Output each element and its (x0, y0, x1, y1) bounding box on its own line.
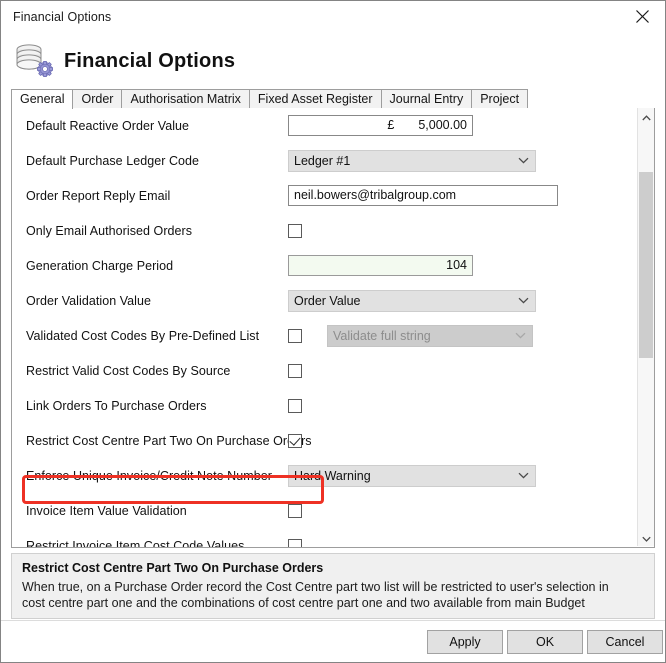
number-input[interactable]: 104 (288, 255, 473, 276)
option-row: Default Purchase Ledger Code Ledger #1 (12, 143, 638, 178)
scroll-down-button[interactable] (638, 529, 654, 546)
option-checkbox[interactable] (288, 434, 302, 448)
dropdown-value: Ledger #1 (294, 151, 516, 171)
option-checkbox[interactable] (288, 329, 302, 343)
dialog-footer: Apply OK Cancel (1, 620, 665, 662)
option-label: Validated Cost Codes By Pre-Defined List (26, 329, 259, 343)
tab-label: General (20, 92, 64, 106)
option-label: Link Orders To Purchase Orders (26, 399, 207, 413)
option-checkbox[interactable] (288, 364, 302, 378)
tab-label: Journal Entry (390, 92, 464, 106)
description-title: Restrict Cost Centre Part Two On Purchas… (22, 561, 644, 575)
chevron-down-icon (513, 329, 527, 343)
option-row: Link Orders To Purchase Orders (12, 388, 638, 423)
description-panel: Restrict Cost Centre Part Two On Purchas… (11, 553, 655, 619)
tab-label: Project (480, 92, 519, 106)
option-row: Validated Cost Codes By Pre-Defined List… (12, 318, 638, 353)
option-checkbox[interactable] (288, 539, 302, 549)
tab-authorisation-matrix[interactable]: Authorisation Matrix (121, 89, 249, 108)
options-list: Default Reactive Order Value£5,000.00Def… (12, 108, 638, 548)
financial-options-dialog: Financial Options (0, 0, 666, 663)
option-label: Default Purchase Ledger Code (26, 154, 199, 168)
option-row: Restrict Valid Cost Codes By Source (12, 353, 638, 388)
tab-label: Fixed Asset Register (258, 92, 373, 106)
currency-value: 5,000.00 (418, 116, 467, 135)
chevron-up-icon (642, 108, 651, 126)
option-row: Restrict Cost Centre Part Two On Purchas… (12, 423, 638, 458)
option-row: Default Reactive Order Value £5,000.00 (12, 108, 638, 143)
chevron-down-icon (516, 294, 530, 308)
option-row: Invoice Item Value Validation (12, 493, 638, 528)
ok-button[interactable]: OK (507, 630, 583, 654)
options-scroll-panel: Default Reactive Order Value£5,000.00Def… (11, 108, 655, 548)
tab-order[interactable]: Order (72, 89, 122, 108)
option-checkbox[interactable] (288, 399, 302, 413)
scrollbar-thumb[interactable] (639, 172, 653, 358)
option-label: Only Email Authorised Orders (26, 224, 192, 238)
option-row: Order Report Reply Email neil.bowers@trib… (12, 178, 638, 213)
currency-symbol: £ (387, 116, 394, 135)
dropdown-value: Hard Warning (294, 466, 516, 486)
dropdown[interactable]: Ledger #1 (288, 150, 536, 172)
option-label: Restrict Cost Centre Part Two On Purchas… (26, 434, 312, 448)
option-row: Generation Charge Period 104 (12, 248, 638, 283)
tabstrip: General Order Authorisation Matrix Fixed As… (11, 89, 655, 109)
option-row: Enforce Unique Invoice/Credit Note Numbe… (12, 458, 638, 493)
option-label: Default Reactive Order Value (26, 119, 189, 133)
option-row: Order Validation Value Order Value (12, 283, 638, 318)
currency-input[interactable]: £5,000.00 (288, 115, 473, 136)
apply-button[interactable]: Apply (427, 630, 503, 654)
page-title: Financial Options (64, 50, 235, 73)
window-titlebar: Financial Options (1, 1, 665, 34)
tab-fixed-asset-register[interactable]: Fixed Asset Register (249, 89, 382, 108)
database-coins-gear-icon (10, 39, 54, 83)
chevron-down-icon (516, 154, 530, 168)
cancel-button[interactable]: Cancel (587, 630, 663, 654)
option-label: Generation Charge Period (26, 259, 173, 273)
option-label: Order Report Reply Email (26, 189, 170, 203)
option-row: Only Email Authorised Orders (12, 213, 638, 248)
tab-general[interactable]: General (11, 89, 73, 109)
tab-journal-entry[interactable]: Journal Entry (381, 89, 473, 108)
option-label: Invoice Item Value Validation (26, 504, 187, 518)
option-checkbox[interactable] (288, 504, 302, 518)
tab-label: Authorisation Matrix (130, 92, 240, 106)
dropdown-disabled: Validate full string (327, 325, 533, 347)
chevron-down-icon (642, 529, 651, 547)
option-label: Restrict Invoice Item Cost Code Values (26, 539, 244, 549)
window-title: Financial Options (1, 10, 111, 24)
vertical-scrollbar[interactable] (637, 108, 654, 546)
option-label: Restrict Valid Cost Codes By Source (26, 364, 230, 378)
dialog-header: Financial Options (1, 33, 665, 89)
dropdown[interactable]: Hard Warning (288, 465, 536, 487)
chevron-down-icon (516, 469, 530, 483)
tab-label: Order (81, 92, 113, 106)
dropdown-value: Validate full string (333, 326, 513, 346)
option-label: Order Validation Value (26, 294, 151, 308)
option-label: Enforce Unique Invoice/Credit Note Numbe… (26, 469, 272, 483)
scroll-up-button[interactable] (638, 108, 654, 125)
option-checkbox[interactable] (288, 224, 302, 238)
dropdown[interactable]: Order Value (288, 290, 536, 312)
tab-project[interactable]: Project (471, 89, 528, 108)
option-row: Restrict Invoice Item Cost Code Values (12, 528, 638, 548)
dropdown-value: Order Value (294, 291, 516, 311)
text-input[interactable]: neil.bowers@tribalgroup.com (288, 185, 558, 206)
close-button[interactable] (619, 1, 665, 32)
description-body: When true, on a Purchase Order record th… (22, 579, 634, 611)
close-icon (636, 10, 649, 23)
